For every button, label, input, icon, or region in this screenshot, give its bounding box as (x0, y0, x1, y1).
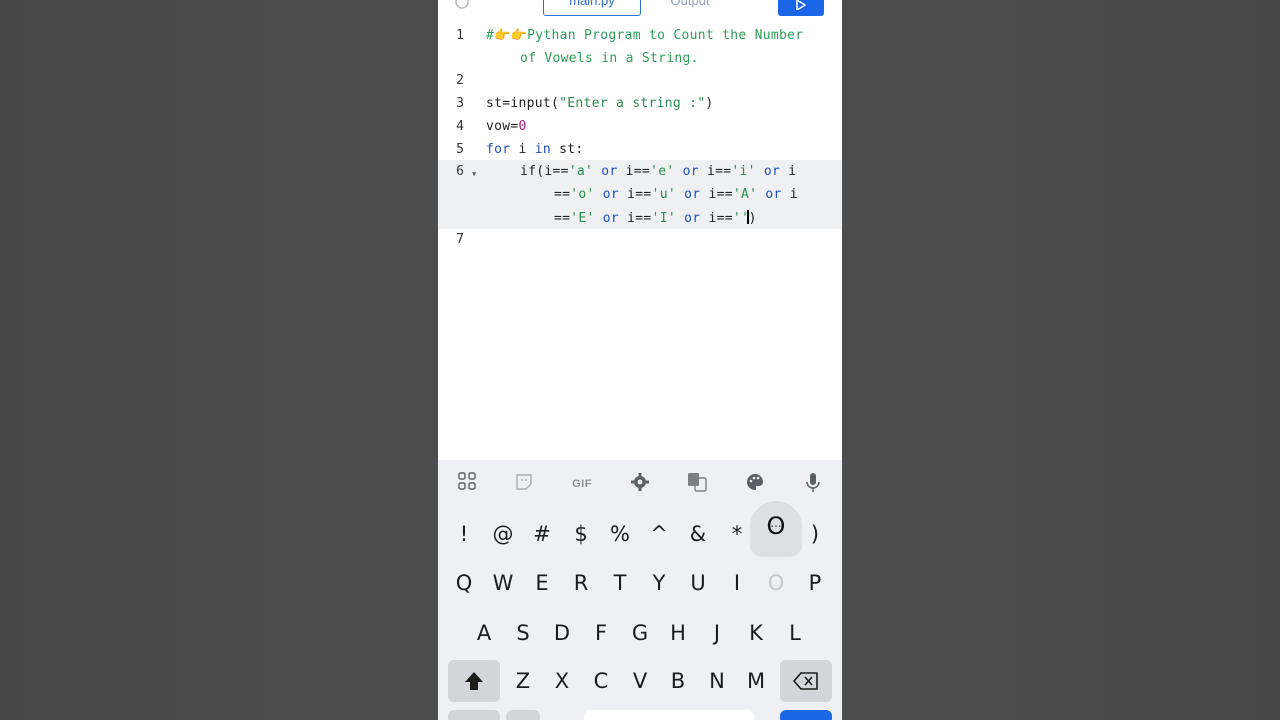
key-p[interactable]: P (798, 562, 832, 604)
key-v[interactable]: V (623, 660, 657, 702)
line-number: 7 (456, 232, 464, 247)
key-caret[interactable]: ^ (642, 513, 676, 555)
key-u[interactable]: U (681, 562, 715, 604)
history-icon[interactable] (454, 0, 470, 10)
run-button[interactable] (778, 0, 824, 16)
key-c[interactable]: C (584, 660, 618, 702)
code-editor[interactable]: 1 2 3 4 5 ▼ 6 7 #👉👉Pythan Program to Cou… (438, 22, 842, 452)
key-w[interactable]: W (486, 562, 520, 604)
key-s[interactable]: S (506, 612, 540, 654)
translate-icon[interactable] (685, 472, 709, 496)
key-f[interactable]: F (584, 612, 618, 654)
enter-key[interactable] (780, 710, 832, 720)
key-x[interactable]: X (545, 660, 579, 702)
line-number: 4 (456, 119, 464, 134)
code-line-1: #👉👉Pythan Program to Count the Number (486, 28, 804, 43)
code-line-3: st=input("Enter a string :") (486, 96, 714, 111)
editor-top-bar: main.py Output (438, 0, 842, 16)
comma-key[interactable] (506, 710, 540, 720)
line-number: 2 (456, 73, 464, 88)
microphone-icon[interactable] (801, 472, 825, 496)
key-d[interactable]: D (545, 612, 579, 654)
tab-main-py[interactable]: main.py (543, 0, 641, 16)
key-z[interactable]: Z (506, 660, 540, 702)
apps-grid-icon[interactable] (455, 472, 479, 496)
key-g[interactable]: G (623, 612, 657, 654)
line-number: 1 (456, 28, 464, 43)
key-a[interactable]: A (467, 612, 501, 654)
keyboard-toolbar: GIF (438, 460, 842, 506)
key-at[interactable]: @ (486, 513, 520, 555)
background-right (842, 0, 1280, 720)
gear-icon[interactable] (628, 472, 652, 496)
gif-button[interactable]: GIF (568, 472, 596, 496)
code-line-4: vow=0 (486, 119, 527, 134)
backspace-key[interactable] (780, 660, 832, 702)
space-bar[interactable] (584, 710, 754, 720)
line-number: 3 (456, 96, 464, 111)
key-dollar[interactable]: $ (564, 513, 598, 555)
key-press-popup: O ... (750, 501, 802, 557)
code-line-5: for i in st: (486, 142, 584, 157)
shift-icon (465, 672, 483, 690)
palette-icon[interactable] (743, 472, 767, 496)
background-left (0, 0, 438, 720)
key-y[interactable]: Y (642, 562, 676, 604)
sticker-icon[interactable] (512, 472, 536, 496)
line-number: 5 (456, 142, 464, 157)
backspace-icon (793, 672, 818, 690)
key-percent[interactable]: % (603, 513, 637, 555)
key-k[interactable]: K (739, 612, 773, 654)
popup-more-dots: ... (770, 516, 782, 530)
key-hash[interactable]: # (525, 513, 559, 555)
code-line-6-wrap-1: =='o' or i=='u' or i=='A' or i (554, 187, 798, 202)
key-m[interactable]: M (739, 660, 773, 702)
key-e[interactable]: E (525, 562, 559, 604)
key-i[interactable]: I (720, 562, 754, 604)
key-ampersand[interactable]: & (681, 513, 715, 555)
phone-screen: main.py Output 1 2 3 4 5 ▼ 6 7 #👉👉Pythan… (438, 0, 842, 720)
code-line-1-wrap: of Vowels in a String. (520, 51, 699, 66)
key-o[interactable]: O (759, 562, 793, 604)
key-exclamation[interactable]: ! (447, 513, 481, 555)
code-line-6-wrap-2: =='E' or i=='I' or i=='') (554, 210, 757, 226)
key-n[interactable]: N (700, 660, 734, 702)
onscreen-keyboard: GIF ! @ # $ % ^ & * ( ) Q W E R (438, 460, 842, 720)
key-close-paren[interactable]: ) (798, 513, 832, 555)
key-r[interactable]: R (564, 562, 598, 604)
code-line-6: if(i=='a' or i=='e' or i=='i' or i (520, 164, 797, 179)
key-h[interactable]: H (661, 612, 695, 654)
key-b[interactable]: B (661, 660, 695, 702)
fold-arrow-icon[interactable]: ▼ (472, 170, 476, 178)
key-asterisk[interactable]: * (720, 513, 754, 555)
line-number: 6 (456, 164, 464, 179)
symbols-key[interactable] (448, 710, 500, 720)
key-l[interactable]: L (778, 612, 812, 654)
key-j[interactable]: J (700, 612, 734, 654)
key-t[interactable]: T (603, 562, 637, 604)
shift-key[interactable] (448, 660, 500, 702)
key-q[interactable]: Q (447, 562, 481, 604)
play-icon (796, 0, 806, 10)
tab-output[interactable]: Output (641, 0, 739, 16)
